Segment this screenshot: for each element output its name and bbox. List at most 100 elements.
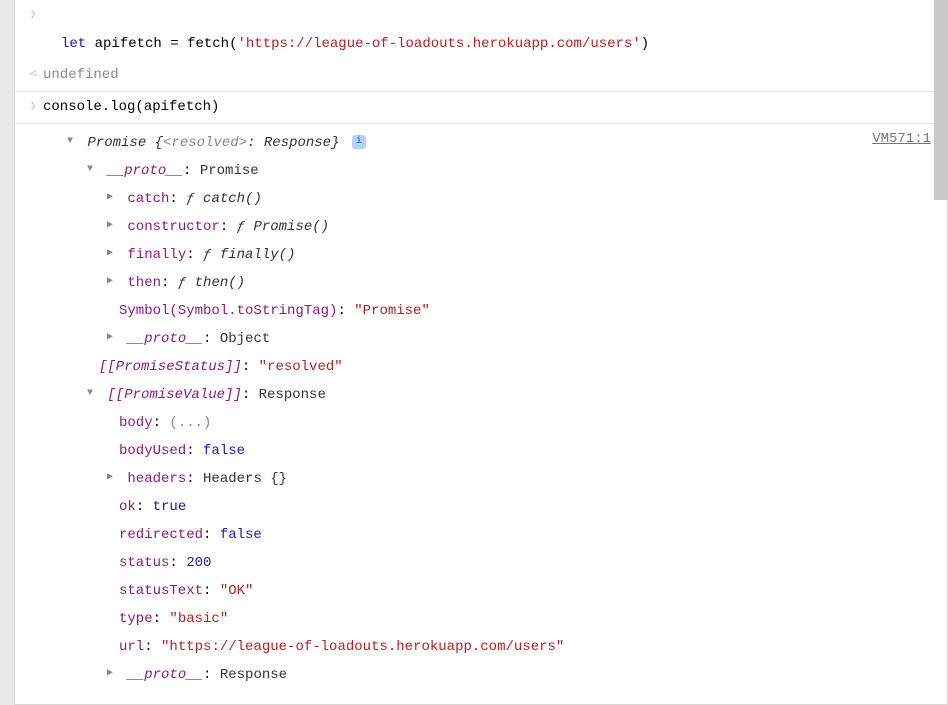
prop-value: catch() bbox=[203, 191, 262, 207]
tree-row-symbol[interactable]: Symbol(Symbol.toStringTag): "Promise" bbox=[43, 297, 939, 325]
console-input-row[interactable]: ❯ console.log(apifetch) bbox=[15, 92, 947, 124]
code-line: let apifetch = fetch('https://league-of-… bbox=[43, 34, 939, 55]
prop-value: Response bbox=[259, 387, 326, 403]
prop-key: __proto__ bbox=[127, 331, 203, 347]
tree-row-finally[interactable]: finally: ƒ finally() bbox=[43, 241, 939, 269]
prop-value: then() bbox=[195, 275, 245, 291]
prop-key: then bbox=[127, 275, 161, 291]
keyword-let: let bbox=[61, 36, 86, 52]
expand-arrow-icon[interactable] bbox=[107, 328, 119, 348]
tree-row-then[interactable]: then: ƒ then() bbox=[43, 269, 939, 297]
object-tree: Promise {<resolved>: Response} i VM571:1… bbox=[43, 129, 939, 689]
tree-row-ok[interactable]: ok: true bbox=[43, 493, 939, 521]
tree-row-proto2[interactable]: __proto__: Object bbox=[43, 325, 939, 353]
response-label: Response bbox=[264, 135, 331, 151]
prop-value: "Promise" bbox=[354, 303, 430, 319]
console-input-row[interactable]: let apifetch = fetch('https://league-of-… bbox=[15, 29, 947, 60]
prop-value: (...) bbox=[169, 415, 211, 431]
colon: : bbox=[247, 135, 264, 151]
expand-arrow-icon[interactable] bbox=[87, 160, 99, 180]
function-f: ƒ bbox=[178, 275, 195, 291]
tree-row-type[interactable]: type: "basic" bbox=[43, 605, 939, 633]
prop-value: Object bbox=[220, 331, 270, 347]
prop-value: finally() bbox=[220, 247, 296, 263]
scrollbar-thumb[interactable] bbox=[934, 0, 948, 200]
prop-key: [[PromiseValue]] bbox=[107, 387, 241, 403]
prop-key: body bbox=[119, 415, 153, 431]
prop-key: __proto__ bbox=[127, 667, 203, 683]
tree-row-body[interactable]: body: (...) bbox=[43, 409, 939, 437]
return-value: undefined bbox=[43, 65, 939, 86]
tree-header[interactable]: Promise {<resolved>: Response} i bbox=[43, 129, 366, 157]
prop-value: Promise bbox=[200, 163, 259, 179]
assign: = bbox=[170, 36, 187, 52]
tree-row-statustext[interactable]: statusText: "OK" bbox=[43, 577, 939, 605]
function-f: ƒ bbox=[237, 219, 254, 235]
prop-value: false bbox=[203, 443, 245, 459]
gutter-blank bbox=[23, 129, 43, 131]
expand-arrow-icon[interactable] bbox=[107, 244, 119, 264]
tree-row-promise-value[interactable]: [[PromiseValue]]: Response bbox=[43, 381, 939, 409]
prop-value: true bbox=[153, 499, 187, 515]
prop-value: Response bbox=[220, 667, 287, 683]
expand-arrow-icon[interactable] bbox=[107, 216, 119, 236]
brace-close: } bbox=[331, 135, 339, 151]
resolved-tag: <resolved> bbox=[163, 135, 247, 151]
tree-row-proto[interactable]: __proto__: Promise bbox=[43, 157, 939, 185]
prop-value: false bbox=[220, 527, 262, 543]
console-log-row: Promise {<resolved>: Response} i VM571:1… bbox=[15, 124, 947, 701]
expand-arrow-icon[interactable] bbox=[107, 272, 119, 292]
prop-key: bodyUsed bbox=[119, 443, 186, 459]
prop-key: __proto__ bbox=[107, 163, 183, 179]
function-f: ƒ bbox=[186, 191, 203, 207]
prop-key: type bbox=[119, 611, 153, 627]
prop-value: Headers {} bbox=[203, 471, 287, 487]
console-panel: ❯ let apifetch = fetch('https://league-o… bbox=[14, 0, 948, 705]
prop-value: "OK" bbox=[220, 583, 254, 599]
tree-row-proto3[interactable]: __proto__: Response bbox=[43, 661, 939, 689]
prop-key: catch bbox=[127, 191, 169, 207]
prop-value: "basic" bbox=[169, 611, 228, 627]
prop-value: 200 bbox=[186, 555, 211, 571]
expand-arrow-icon[interactable] bbox=[87, 384, 99, 404]
prop-key: redirected bbox=[119, 527, 203, 543]
string-literal: 'https://league-of-loadouts.herokuapp.co… bbox=[237, 36, 640, 52]
prop-value: "https://league-of-loadouts.herokuapp.co… bbox=[161, 639, 564, 655]
paren-close: ) bbox=[641, 36, 649, 52]
var-name: apifetch bbox=[95, 36, 162, 52]
prompt-icon: ❯ bbox=[23, 5, 43, 24]
tree-row-constructor[interactable]: constructor: ƒ Promise() bbox=[43, 213, 939, 241]
expand-arrow-icon[interactable] bbox=[107, 188, 119, 208]
prop-key: ok bbox=[119, 499, 136, 515]
prop-value: "resolved" bbox=[259, 359, 343, 375]
info-icon[interactable]: i bbox=[352, 135, 366, 149]
return-icon: ⋖ bbox=[23, 65, 43, 84]
expand-arrow-icon[interactable] bbox=[107, 468, 119, 488]
tree-row-status[interactable]: status: 200 bbox=[43, 549, 939, 577]
prop-key: finally bbox=[127, 247, 186, 263]
prop-key: [[PromiseStatus]] bbox=[99, 359, 242, 375]
console-return-row: ⋖ undefined bbox=[15, 60, 947, 92]
tree-row-redirected[interactable]: redirected: false bbox=[43, 521, 939, 549]
code-line: console.log(apifetch) bbox=[43, 97, 939, 118]
promise-label: Promise { bbox=[87, 135, 163, 151]
expand-arrow-icon[interactable] bbox=[67, 132, 79, 152]
prop-key: headers bbox=[127, 471, 186, 487]
prop-key: status bbox=[119, 555, 169, 571]
tree-row-headers[interactable]: headers: Headers {} bbox=[43, 465, 939, 493]
expand-arrow-icon[interactable] bbox=[107, 664, 119, 684]
function-f: ƒ bbox=[203, 247, 220, 263]
prop-key: constructor bbox=[127, 219, 219, 235]
prop-key: url bbox=[119, 639, 144, 655]
prop-value: Promise() bbox=[253, 219, 329, 235]
tree-row-catch[interactable]: catch: ƒ catch() bbox=[43, 185, 939, 213]
console-input-row[interactable]: ❯ bbox=[15, 0, 947, 29]
prompt-icon: ❯ bbox=[23, 97, 43, 116]
tree-row-url[interactable]: url: "https://league-of-loadouts.herokua… bbox=[43, 633, 939, 661]
tree-row-bodyused[interactable]: bodyUsed: false bbox=[43, 437, 939, 465]
gutter-blank bbox=[23, 34, 43, 36]
fn-call: fetch( bbox=[187, 36, 237, 52]
prop-key: Symbol(Symbol.toStringTag) bbox=[119, 303, 337, 319]
source-link[interactable]: VM571:1 bbox=[872, 129, 931, 150]
tree-row-promise-status[interactable]: [[PromiseStatus]]: "resolved" bbox=[43, 353, 939, 381]
